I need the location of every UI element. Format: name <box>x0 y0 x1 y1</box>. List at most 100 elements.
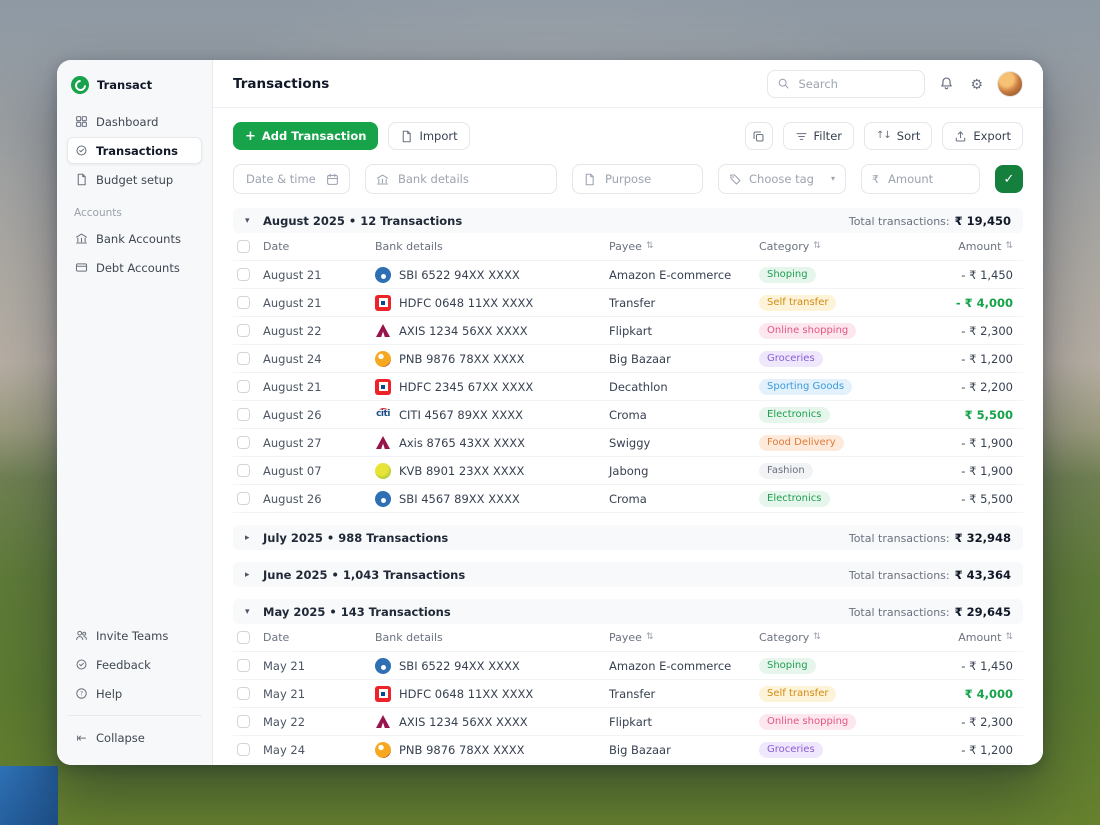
bank-details-input[interactable] <box>396 171 546 187</box>
sidebar-item-invite-teams[interactable]: Invite Teams <box>67 622 202 649</box>
category-badge: Groceries <box>759 350 823 367</box>
sidebar-item-debt-accounts[interactable]: Debt Accounts <box>67 254 202 281</box>
row-checkbox[interactable] <box>237 408 250 421</box>
transaction-row[interactable]: August 21 HDFC 0648 11XX XXXX Transfer S… <box>233 289 1023 317</box>
date-filter-input[interactable] <box>244 171 319 187</box>
filter-button[interactable]: Filter <box>782 122 854 150</box>
cell-bank: SBI 6522 94XX XXXX <box>375 657 609 674</box>
group-title: May 2025 • 143 Transactions <box>263 604 451 619</box>
bank-icon <box>376 715 390 728</box>
apply-filters-button[interactable]: ✓ <box>995 165 1023 193</box>
bank-icon <box>375 685 391 702</box>
select-all-cell <box>237 631 263 644</box>
group-header[interactable]: ▸ July 2025 • 988 Transactions Total tra… <box>233 525 1023 550</box>
column-category[interactable]: Category ⇅ <box>759 240 951 253</box>
row-checkbox[interactable] <box>237 268 250 281</box>
transaction-row[interactable]: May 21 SBI 6522 94XX XXXX Amazon E-comme… <box>233 652 1023 680</box>
collapse-sidebar-button[interactable]: ⇤ Collapse <box>67 724 202 751</box>
column-payee[interactable]: Payee ⇅ <box>609 240 759 253</box>
transaction-row[interactable]: August 21 SBI 6522 94XX XXXX Amazon E-co… <box>233 261 1023 289</box>
amount-input[interactable] <box>886 171 969 187</box>
transaction-row[interactable]: May 22 AXIS 1234 56XX XXXX Flipkart Onli… <box>233 708 1023 736</box>
category-badge: Shoping <box>759 266 816 283</box>
column-label: Payee <box>609 631 642 644</box>
transaction-row[interactable]: May 24 PNB 9876 78XX XXXX Big Bazaar Gro… <box>233 736 1023 764</box>
group-header[interactable]: ▾ August 2025 • 12 Transactions Total tr… <box>233 208 1023 233</box>
tag-filter[interactable]: Choose tag ▾ <box>718 164 846 194</box>
cell-payee: Amazon E-commerce <box>609 658 732 673</box>
transaction-row[interactable]: August 24 PNB 9876 78XX XXXX Big Bazaar … <box>233 345 1023 373</box>
row-checkbox[interactable] <box>237 659 250 672</box>
import-file-icon <box>403 130 412 142</box>
settings-button[interactable]: ⚙ <box>968 75 985 93</box>
search-box[interactable] <box>767 69 926 98</box>
column-amount[interactable]: Amount ⇅ <box>951 240 1013 253</box>
checkbox-cell <box>237 687 263 700</box>
bank-details-filter[interactable] <box>365 164 557 194</box>
search-input[interactable] <box>796 75 916 92</box>
copy-button[interactable] <box>744 122 773 150</box>
transaction-row[interactable]: August 22 AXIS 1234 56XX XXXX Flipkart O… <box>233 317 1023 345</box>
users-icon <box>76 630 87 641</box>
sidebar-item-bank-accounts[interactable]: Bank Accounts <box>67 225 202 252</box>
purpose-filter[interactable] <box>572 164 703 194</box>
transaction-row[interactable]: August 26 CITI 4567 89XX XXXX Croma Elec… <box>233 401 1023 429</box>
sidebar-item-feedback[interactable]: Feedback <box>67 651 202 678</box>
cell-payee: Croma <box>609 407 647 422</box>
category-badge: Self transfer <box>759 294 837 311</box>
transaction-row[interactable]: August 27 Axis 8765 43XX XXXX Swiggy Foo… <box>233 429 1023 457</box>
cell-date: August 26 <box>263 407 322 422</box>
row-checkbox[interactable] <box>237 687 250 700</box>
group-header[interactable]: ▾ May 2025 • 143 Transactions Total tran… <box>233 599 1023 624</box>
column-payee[interactable]: Payee ⇅ <box>609 631 759 644</box>
row-checkbox[interactable] <box>237 492 250 505</box>
row-checkbox[interactable] <box>237 464 250 477</box>
amount-filter[interactable]: ₹ <box>861 164 980 194</box>
row-checkbox[interactable] <box>237 352 250 365</box>
purpose-input[interactable] <box>603 171 692 187</box>
cell-payee: Big Bazaar <box>609 351 671 366</box>
transaction-row[interactable]: August 21 HDFC 2345 67XX XXXX Decathlon … <box>233 373 1023 401</box>
cell-date: August 22 <box>263 323 322 338</box>
group-total-value: ₹ 29,645 <box>954 604 1011 619</box>
sidebar-item-budget-setup[interactable]: Budget setup <box>67 166 202 193</box>
date-filter[interactable] <box>233 164 350 194</box>
cell-bank: KVB 8901 23XX XXXX <box>375 462 609 479</box>
export-button[interactable]: Export <box>942 122 1023 150</box>
cell-bank: HDFC 0648 11XX XXXX <box>375 685 609 702</box>
cell-date: August 07 <box>263 463 322 478</box>
row-checkbox[interactable] <box>237 743 250 756</box>
sidebar-item-transactions[interactable]: Transactions <box>67 137 202 164</box>
checkbox-cell <box>237 492 263 505</box>
transaction-row[interactable]: August 26 SBI 4567 89XX XXXX Croma Elect… <box>233 485 1023 513</box>
row-checkbox[interactable] <box>237 380 250 393</box>
sidebar-item-dashboard[interactable]: Dashboard <box>67 108 202 135</box>
checkbox-cell <box>237 408 263 421</box>
transaction-row[interactable]: August 07 KVB 8901 23XX XXXX Jabong Fash… <box>233 457 1023 485</box>
group-header[interactable]: ▸ June 2025 • 1,043 Transactions Total t… <box>233 562 1023 587</box>
transaction-row[interactable]: May 21 HDFC 0648 11XX XXXX Transfer Self… <box>233 680 1023 708</box>
add-transaction-button[interactable]: + Add Transaction <box>233 122 379 150</box>
cell-payee: Flipkart <box>609 323 653 338</box>
import-button[interactable]: Import <box>388 122 470 150</box>
notifications-button[interactable] <box>937 74 956 93</box>
select-all-checkbox[interactable] <box>237 631 250 644</box>
row-checkbox[interactable] <box>237 715 250 728</box>
cell-amount: - ₹ 2,200 <box>961 379 1013 394</box>
transaction-row[interactable]: May 21 HDFC 2345 67XX XXXX Decathlon Spo… <box>233 764 1023 765</box>
row-checkbox[interactable] <box>237 436 250 449</box>
row-checkbox[interactable] <box>237 296 250 309</box>
sort-button[interactable]: ↑↓ Sort <box>864 122 933 150</box>
background-object <box>0 766 58 825</box>
group-caret-icon: ▸ <box>245 532 250 543</box>
sidebar-item-help[interactable]: ? Help <box>67 680 202 707</box>
user-avatar[interactable] <box>997 70 1023 97</box>
select-all-checkbox[interactable] <box>237 240 250 253</box>
bank-icon <box>375 378 391 395</box>
export-icon <box>956 130 966 141</box>
column-category[interactable]: Category ⇅ <box>759 631 951 644</box>
column-amount[interactable]: Amount ⇅ <box>951 631 1013 644</box>
cell-bank: HDFC 2345 67XX XXXX <box>375 378 609 395</box>
row-checkbox[interactable] <box>237 324 250 337</box>
topbar-actions: ⚙ <box>767 69 1023 98</box>
